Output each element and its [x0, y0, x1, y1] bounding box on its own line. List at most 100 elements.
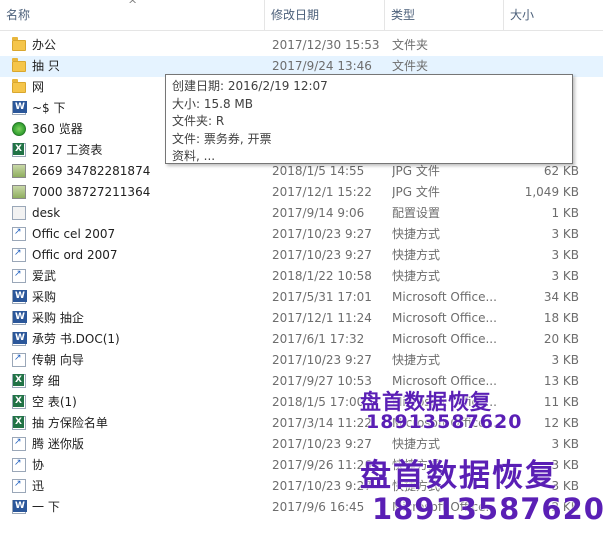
browser-icon	[12, 122, 26, 136]
file-name: 爱武	[32, 269, 57, 283]
file-size: 1,049 KB	[524, 185, 579, 199]
file-name: 办公	[32, 38, 57, 52]
file-date: 2017/5/31 17:01	[272, 290, 372, 304]
file-name: 7000 38727211364	[32, 185, 151, 199]
jpg-image-icon	[12, 185, 26, 199]
file-size: 3 KB	[551, 353, 579, 367]
tooltip-files-more: 资料, ...	[172, 149, 216, 163]
file-size: 20 KB	[543, 332, 579, 346]
file-name: 传朝 向导	[32, 353, 84, 367]
file-name: 协	[32, 458, 45, 472]
word-document-icon	[12, 332, 27, 346]
word-document-icon	[12, 101, 27, 115]
file-type: 配置设置	[392, 206, 441, 220]
file-row[interactable]: 办公 2017/12/30 15:53 文件夹	[0, 35, 603, 56]
word-document-icon	[12, 500, 27, 514]
file-size: 3 KB	[551, 227, 579, 241]
file-size: 13 KB	[543, 374, 579, 388]
shortcut-icon	[12, 243, 26, 264]
jpg-image-icon	[12, 164, 26, 178]
file-row[interactable]: Offic cel 2007 2017/10/23 9:27 快捷方式 3 KB	[0, 222, 603, 245]
watermark-brand-large: 盘首数据恢复	[360, 458, 558, 494]
file-row[interactable]: 穿 细2017/9/27 10:53Microsoft Office...13 …	[0, 371, 603, 392]
column-header-bar: 名称 ^ 修改日期 类型 大小	[0, 0, 603, 31]
file-row[interactable]: 爱武 2018/1/22 10:58 快捷方式 3 KB	[0, 264, 603, 287]
excel-document-icon	[12, 395, 26, 409]
file-name: Offic cel 2007	[32, 227, 116, 241]
file-name: desk	[32, 206, 61, 220]
file-type: 文件夹	[392, 38, 429, 52]
file-size: 11 KB	[543, 395, 579, 409]
file-row[interactable]: 传朝 向导 2017/10/23 9:27 快捷方式 3 KB	[0, 348, 603, 371]
file-date: 2017/12/30 15:53	[272, 38, 380, 52]
file-date: 2017/12/1 15:22	[272, 185, 372, 199]
file-type: 快捷方式	[392, 353, 441, 367]
excel-document-icon	[12, 374, 26, 388]
file-row[interactable]: 采购 2017/5/31 17:01 Microsoft Office... 34 K…	[0, 287, 603, 308]
file-name: 腾 迷你版	[32, 437, 84, 451]
file-date: 2017/6/1 17:32	[272, 332, 365, 346]
folder-icon	[12, 37, 26, 51]
column-header-size[interactable]: 大小	[504, 0, 603, 30]
shortcut-icon	[12, 474, 26, 495]
file-name: 采购 抽企	[32, 311, 84, 325]
column-header-size-label: 大小	[510, 8, 535, 22]
tooltip-files: 文件: 票务券, 开票	[172, 131, 272, 146]
file-date: 2018/1/22 10:58	[272, 269, 372, 283]
column-header-date-label: 修改日期	[271, 8, 320, 22]
column-header-type-label: 类型	[391, 8, 416, 22]
file-row[interactable]: Offic ord 2007 2017/10/23 9:27 快捷方式 3 KB	[0, 243, 603, 266]
watermark-phone: 18913587620	[366, 411, 523, 433]
folder-icon	[12, 79, 26, 93]
column-header-date[interactable]: 修改日期	[265, 0, 385, 30]
file-date: 2017/12/1 11:24	[272, 311, 372, 325]
shortcut-icon	[12, 222, 26, 243]
file-size: 34 KB	[543, 290, 579, 304]
sort-ascending-icon: ^	[128, 0, 138, 11]
file-type: Microsoft Office...	[392, 332, 497, 346]
file-date: 2017/9/6 16:45	[272, 500, 365, 514]
excel-document-icon	[12, 143, 26, 157]
word-document-icon	[12, 311, 27, 325]
file-row[interactable]: 7000 38727211364 2017/12/1 15:22 JPG 文件 1,0…	[0, 182, 603, 203]
shortcut-icon	[12, 348, 26, 369]
file-type: Microsoft Office...	[392, 311, 497, 325]
shortcut-icon	[12, 453, 26, 474]
shortcut-icon	[12, 432, 26, 453]
watermark-phone-large: 18913587620	[372, 492, 603, 526]
file-date: 2017/10/23 9:27	[272, 248, 372, 262]
file-size: 3 KB	[551, 248, 579, 262]
column-header-name-label: 名称	[6, 8, 31, 22]
file-size: 18 KB	[543, 311, 579, 325]
file-name: 迅	[32, 479, 45, 493]
file-type: 快捷方式	[392, 269, 441, 283]
file-row[interactable]: desk 2017/9/14 9:06 配置设置 1 KB	[0, 203, 603, 224]
file-name: 一 下	[32, 500, 60, 514]
file-name: 采购	[32, 290, 57, 304]
file-row[interactable]: 承劳 书.DOC(1) 2017/6/1 17:32 Microsoft Offic…	[0, 329, 603, 350]
word-document-icon	[12, 290, 27, 304]
file-row[interactable]: 采购 抽企 2017/12/1 11:24 Microsoft Office... 1…	[0, 308, 603, 329]
file-type: JPG 文件	[392, 185, 440, 199]
config-file-icon	[12, 206, 26, 220]
excel-document-icon	[12, 416, 26, 430]
file-date: 2017/10/23 9:27	[272, 227, 372, 241]
tooltip-size: 大小: 15.8 MB	[172, 96, 253, 111]
file-row[interactable]: 空 表(1)2018/1/5 17:00Microsoft Office...1…	[0, 392, 603, 413]
file-type: 快捷方式	[392, 227, 441, 241]
file-type: 快捷方式	[392, 248, 441, 262]
file-name: Offic ord 2007	[32, 248, 118, 262]
file-date: 2017/9/14 9:06	[272, 206, 365, 220]
folder-info-tooltip: 创建日期: 2016/2/19 12:07 大小: 15.8 MB 文件夹: R…	[165, 74, 573, 164]
file-name: 抽 方保险名单	[32, 416, 108, 430]
file-name: 承劳 书.DOC(1)	[32, 332, 120, 346]
folder-icon	[12, 58, 26, 72]
file-size: 3 KB	[551, 269, 579, 283]
file-name: 空 表(1)	[32, 395, 77, 409]
column-header-type[interactable]: 类型	[385, 0, 504, 30]
shortcut-icon	[12, 264, 26, 285]
file-type: Microsoft Office...	[392, 290, 497, 304]
file-date: 2017/10/23 9:27	[272, 353, 372, 367]
file-name: 穿 细	[32, 374, 60, 388]
tooltip-folders: 文件夹: R	[172, 114, 225, 128]
